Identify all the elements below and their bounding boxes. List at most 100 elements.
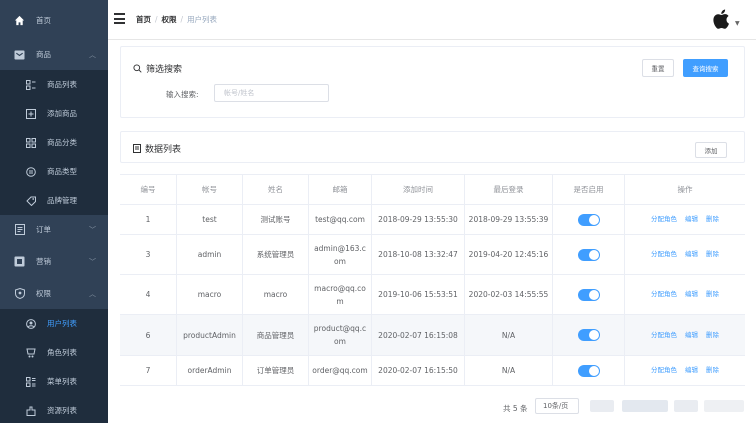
delete-link[interactable]: 删除 — [706, 213, 719, 226]
cell-created: 2019-10-06 15:53:51 — [372, 275, 465, 314]
delete-link[interactable]: 删除 — [706, 329, 719, 342]
pagination-total: 共 5 条 — [503, 404, 528, 413]
enabled-switch[interactable] — [577, 213, 600, 226]
breadcrumb-home[interactable]: 首页 — [136, 15, 151, 24]
cell-last-login: N/A — [465, 356, 553, 385]
enabled-switch[interactable] — [577, 248, 600, 261]
cell-account: orderAdmin — [177, 356, 243, 385]
cell-name: 商品管理员 — [243, 315, 309, 355]
sidebar-item-home[interactable]: 首页 — [0, 6, 108, 35]
breadcrumb-permission[interactable]: 权限 — [162, 15, 177, 24]
column-header: 是否启用 — [553, 175, 625, 204]
enabled-switch[interactable] — [577, 364, 600, 377]
sidebar-item-label: 营销 — [36, 257, 51, 266]
cell-last-login: 2019-04-20 12:45:16 — [465, 235, 553, 274]
search-input[interactable]: 帐号/姓名 — [214, 84, 329, 102]
sidebar-item-label: 商品类型 — [47, 167, 77, 176]
sidebar-item-marketing[interactable]: 营销 ﹀ — [0, 247, 108, 276]
delete-link[interactable]: 删除 — [706, 288, 719, 301]
top-navbar: 首页 / 权限 / 用户列表 ▼ — [108, 0, 756, 40]
pagination-jumper[interactable] — [704, 400, 744, 412]
user-list-icon — [26, 318, 36, 329]
cell-email: product@qq.com — [309, 315, 372, 355]
cell-id: 1 — [120, 205, 177, 234]
sidebar-item-brand[interactable]: 品牌管理 — [0, 186, 108, 215]
sidebar-item-label: 品牌管理 — [47, 196, 77, 205]
cell-account: productAdmin — [177, 315, 243, 355]
sidebar-item-category[interactable]: 商品分类 — [0, 128, 108, 157]
sidebar-item-label: 商品 — [36, 50, 51, 59]
sidebar-item-label: 首页 — [36, 16, 51, 25]
sidebar-item-resource-list[interactable]: 资源列表 — [0, 396, 108, 423]
pagination-prev-button[interactable] — [590, 400, 614, 412]
assign-role-link[interactable]: 分配角色 — [651, 364, 677, 377]
sidebar-item-order[interactable]: 订单 ﹀ — [0, 215, 108, 244]
query-button[interactable]: 查询搜索 — [683, 59, 728, 77]
edit-link[interactable]: 编辑 — [685, 213, 698, 226]
pagination-pager[interactable] — [622, 400, 668, 412]
page-size-select[interactable]: 10条/页 — [535, 398, 579, 414]
sidebar-item-product-type[interactable]: 商品类型 — [0, 157, 108, 186]
sidebar-item-permission[interactable]: 权限 ︿ — [0, 279, 108, 308]
sidebar-item-label: 订单 — [36, 225, 51, 234]
add-product-icon — [26, 108, 36, 119]
apple-icon[interactable] — [711, 8, 731, 30]
sidebar-item-label: 菜单列表 — [47, 377, 77, 386]
sidebar-item-label: 权限 — [36, 289, 51, 298]
sidebar-item-user-list[interactable]: 用户列表 — [0, 309, 108, 338]
edit-link[interactable]: 编辑 — [685, 288, 698, 301]
caret-down-icon[interactable]: ▼ — [735, 20, 740, 27]
cell-name: 订单管理员 — [243, 356, 309, 385]
column-header: 编号 — [120, 175, 177, 204]
sidebar-item-product-list[interactable]: 商品列表 — [0, 70, 108, 99]
sidebar-item-role-list[interactable]: 角色列表 — [0, 338, 108, 367]
user-table: 编号 帐号 姓名 邮箱 添加时间 最后登录 是否启用 操作 1 test 测试账… — [120, 174, 745, 386]
column-header: 姓名 — [243, 175, 309, 204]
table-row: 1 test 测试账号 test@qq.com 2018-09-29 13:55… — [120, 205, 745, 235]
cell-email: order@qq.com — [309, 356, 372, 385]
table-row: 3 admin 系统管理员 admin@163.com 2018-10-08 1… — [120, 235, 745, 275]
category-icon — [26, 137, 36, 148]
search-label: 输入搜索: — [166, 90, 199, 99]
sidebar-item-add-product[interactable]: 添加商品 — [0, 99, 108, 128]
pagination-next-button[interactable] — [674, 400, 698, 412]
cell-id: 7 — [120, 356, 177, 385]
sidebar-item-menu-list[interactable]: 菜单列表 — [0, 367, 108, 396]
sidebar-item-goods[interactable]: 商品 ︿ — [0, 40, 108, 69]
cell-created: 2020-02-07 16:15:50 — [372, 356, 465, 385]
table-row: 6 productAdmin 商品管理员 product@qq.com 2020… — [120, 315, 745, 356]
list-icon — [133, 144, 141, 153]
edit-link[interactable]: 编辑 — [685, 329, 698, 342]
cell-id: 4 — [120, 275, 177, 314]
edit-link[interactable]: 编辑 — [685, 364, 698, 377]
table-row: 4 macro macro macro@qq.com 2019-10-06 15… — [120, 275, 745, 315]
home-icon — [14, 15, 25, 26]
edit-link[interactable]: 编辑 — [685, 248, 698, 261]
reset-button[interactable]: 重置 — [642, 59, 674, 77]
assign-role-link[interactable]: 分配角色 — [651, 213, 677, 226]
hamburger-icon[interactable] — [114, 13, 125, 24]
assign-role-link[interactable]: 分配角色 — [651, 288, 677, 301]
column-header: 操作 — [677, 185, 693, 194]
cell-name: 系统管理员 — [243, 235, 309, 274]
delete-link[interactable]: 删除 — [706, 248, 719, 261]
list-header-card: 数据列表 添加 — [120, 131, 745, 163]
cell-account: macro — [177, 275, 243, 314]
add-button[interactable]: 添加 — [695, 142, 727, 158]
chevron-up-icon: ︿ — [89, 50, 96, 59]
sidebar-item-label: 添加商品 — [47, 109, 77, 118]
assign-role-link[interactable]: 分配角色 — [651, 329, 677, 342]
cell-account: admin — [177, 235, 243, 274]
list-title: 数据列表 — [145, 145, 182, 155]
assign-role-link[interactable]: 分配角色 — [651, 248, 677, 261]
enabled-switch[interactable] — [577, 329, 600, 341]
order-icon — [14, 224, 25, 235]
goods-icon — [14, 49, 25, 60]
sidebar-item-label: 角色列表 — [47, 348, 77, 357]
filter-title: 筛选搜索 — [146, 65, 183, 75]
chevron-down-icon: ﹀ — [89, 257, 96, 266]
delete-link[interactable]: 删除 — [706, 364, 719, 377]
sidebar-item-label: 商品分类 — [47, 138, 77, 147]
enabled-switch[interactable] — [577, 288, 600, 301]
cell-last-login: N/A — [465, 315, 553, 355]
